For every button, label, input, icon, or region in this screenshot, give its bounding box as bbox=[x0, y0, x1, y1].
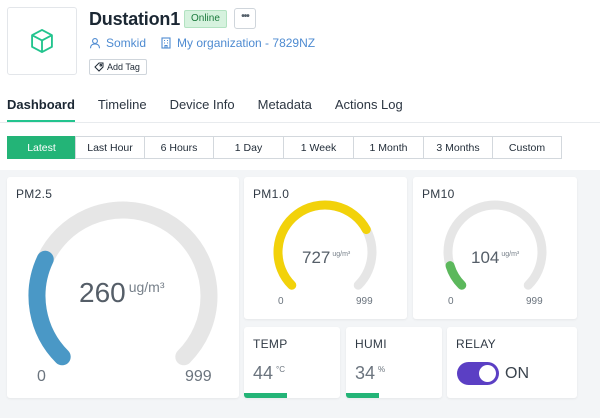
status-badge: Online bbox=[184, 10, 227, 28]
widget-pm10[interactable]: PM10 104 ug/m³ 0 999 bbox=[413, 177, 577, 319]
tag-icon bbox=[94, 62, 104, 72]
stat-value-number: 44 bbox=[253, 363, 274, 383]
gauge-max: 999 bbox=[185, 368, 212, 385]
stat-value-number: 34 bbox=[355, 363, 376, 383]
gauge-value-unit: ug/m³ bbox=[332, 251, 351, 258]
device-meta: Somkid My organization - 7829NZ bbox=[89, 36, 315, 50]
range-1-week[interactable]: 1 Week bbox=[283, 136, 354, 159]
gauge-max: 999 bbox=[526, 296, 543, 307]
owner-link[interactable]: Somkid bbox=[106, 36, 146, 50]
organization-link[interactable]: My organization - 7829NZ bbox=[177, 36, 315, 50]
gauge-track bbox=[443, 200, 547, 290]
gauge-min: 0 bbox=[278, 296, 284, 307]
tab-device-info[interactable]: Device Info bbox=[170, 97, 235, 122]
gauge-value: 104 ug/m³ bbox=[471, 248, 519, 268]
device-name: Dustation1 bbox=[89, 9, 181, 29]
widget-pm1-0[interactable]: PM1.0 727 ug/m³ 0 999 bbox=[244, 177, 407, 319]
range-last-hour[interactable]: Last Hour bbox=[75, 136, 145, 159]
tab-dashboard[interactable]: Dashboard bbox=[7, 97, 75, 122]
stat-value: 34% bbox=[355, 363, 385, 384]
widget-title: RELAY bbox=[456, 337, 496, 351]
add-tag-label: Add Tag bbox=[107, 62, 140, 72]
gauge-value-number: 260 bbox=[79, 277, 126, 308]
gauge-value: 260 ug/m³ bbox=[79, 277, 165, 309]
building-icon bbox=[160, 37, 172, 49]
tab-divider bbox=[0, 122, 600, 123]
level-bar bbox=[244, 393, 288, 398]
range-latest[interactable]: Latest bbox=[7, 136, 76, 159]
more-options-button[interactable]: ••• bbox=[234, 8, 256, 29]
device-avatar bbox=[7, 7, 77, 75]
range-1-month[interactable]: 1 Month bbox=[353, 136, 424, 159]
gauge-max: 999 bbox=[356, 296, 373, 307]
toggle-knob bbox=[479, 365, 496, 382]
user-icon bbox=[89, 37, 101, 49]
widget-temp[interactable]: TEMP 44 °C bbox=[244, 327, 340, 398]
stat-value-unit: °C bbox=[276, 365, 286, 374]
gauge-value: 727 ug/m³ bbox=[302, 248, 350, 268]
gauge-fill bbox=[445, 261, 467, 290]
gauge-min: 0 bbox=[448, 296, 454, 307]
relay-toggle[interactable] bbox=[457, 362, 499, 385]
range-3-months[interactable]: 3 Months bbox=[423, 136, 493, 159]
widget-humi[interactable]: HUMI 34% bbox=[346, 327, 442, 398]
gauge-value-number: 104 bbox=[471, 248, 500, 267]
gauge-min: 0 bbox=[37, 368, 46, 385]
range-1-day[interactable]: 1 Day bbox=[213, 136, 284, 159]
tab-actions-log[interactable]: Actions Log bbox=[335, 97, 403, 122]
gauge-fill bbox=[273, 200, 371, 290]
gauge-value-unit: ug/m³ bbox=[501, 251, 520, 258]
range-custom[interactable]: Custom bbox=[492, 136, 562, 159]
level-bar bbox=[346, 393, 379, 398]
tab-metadata[interactable]: Metadata bbox=[258, 97, 312, 122]
relay-state-label: ON bbox=[505, 365, 529, 382]
cube-icon bbox=[31, 28, 53, 54]
gauge-fill bbox=[28, 250, 71, 366]
tab-timeline[interactable]: Timeline bbox=[98, 97, 147, 122]
add-tag-button[interactable]: Add Tag bbox=[89, 59, 147, 75]
widget-title: HUMI bbox=[355, 337, 387, 351]
widget-pm25[interactable]: PM2.5 260 ug/m³ 0 999 bbox=[7, 177, 239, 398]
gauge-value-number: 727 bbox=[302, 248, 331, 267]
device-tabs: Dashboard Timeline Device Info Metadata … bbox=[7, 97, 426, 122]
stat-value: 44 °C bbox=[253, 363, 285, 384]
widget-relay: RELAY ON bbox=[447, 327, 577, 398]
gauge-value-unit: ug/m³ bbox=[128, 279, 165, 295]
time-range-selector: Latest Last Hour 6 Hours 1 Day 1 Week 1 … bbox=[7, 136, 562, 159]
range-6-hours[interactable]: 6 Hours bbox=[144, 136, 214, 159]
stat-value-unit: % bbox=[378, 365, 386, 374]
widget-title: TEMP bbox=[253, 337, 288, 351]
